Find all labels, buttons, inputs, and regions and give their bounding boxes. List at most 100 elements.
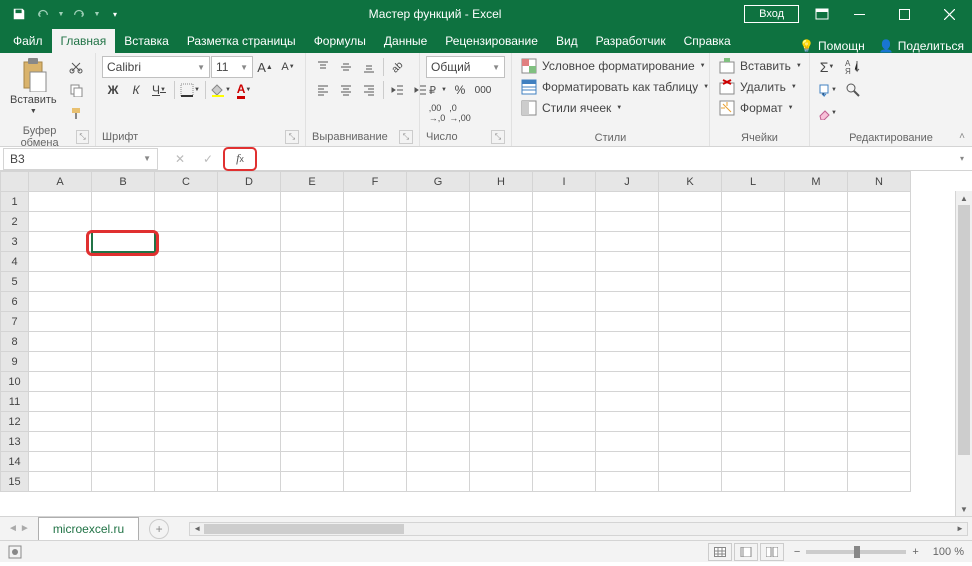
- delete-cells-button[interactable]: Удалить▼: [716, 77, 800, 97]
- cell[interactable]: [155, 472, 218, 492]
- cell[interactable]: [722, 212, 785, 232]
- tab-insert[interactable]: Вставка: [115, 29, 178, 53]
- cell[interactable]: [344, 392, 407, 412]
- cell[interactable]: [407, 232, 470, 252]
- column-header[interactable]: N: [848, 172, 911, 192]
- cell[interactable]: [218, 432, 281, 452]
- cell[interactable]: [407, 252, 470, 272]
- tab-page-layout[interactable]: Разметка страницы: [178, 29, 305, 53]
- cell[interactable]: [92, 192, 155, 212]
- cell[interactable]: [533, 332, 596, 352]
- cell[interactable]: [281, 332, 344, 352]
- cell[interactable]: [344, 252, 407, 272]
- tab-developer[interactable]: Разработчик: [587, 29, 675, 53]
- qat-customize-icon[interactable]: ▾: [104, 3, 126, 25]
- cell[interactable]: [533, 452, 596, 472]
- cell[interactable]: [155, 392, 218, 412]
- align-right-button[interactable]: [358, 79, 380, 101]
- copy-button[interactable]: [65, 79, 87, 101]
- font-size-combo[interactable]: 11▼: [211, 56, 253, 78]
- cell[interactable]: [281, 212, 344, 232]
- cell[interactable]: [470, 412, 533, 432]
- redo-icon[interactable]: [68, 3, 90, 25]
- cell[interactable]: [596, 332, 659, 352]
- zoom-slider[interactable]: [806, 550, 906, 554]
- cell[interactable]: [470, 232, 533, 252]
- comma-button[interactable]: 000: [472, 79, 494, 101]
- insert-cells-button[interactable]: Вставить▼: [716, 56, 805, 76]
- sheet-tab[interactable]: microexcel.ru: [38, 517, 139, 540]
- cell[interactable]: [722, 272, 785, 292]
- cell[interactable]: [848, 392, 911, 412]
- column-header[interactable]: F: [344, 172, 407, 192]
- cell[interactable]: [218, 472, 281, 492]
- clipboard-launcher[interactable]: ⤡: [76, 130, 89, 144]
- cell[interactable]: [659, 332, 722, 352]
- add-sheet-button[interactable]: +: [149, 519, 169, 539]
- row-header[interactable]: 7: [1, 312, 29, 332]
- column-header[interactable]: I: [533, 172, 596, 192]
- cell[interactable]: [407, 312, 470, 332]
- cell[interactable]: [785, 272, 848, 292]
- cell[interactable]: [344, 412, 407, 432]
- cell[interactable]: [533, 372, 596, 392]
- cell[interactable]: [659, 372, 722, 392]
- cell[interactable]: [722, 472, 785, 492]
- cell[interactable]: [533, 192, 596, 212]
- column-header[interactable]: M: [785, 172, 848, 192]
- cell[interactable]: [155, 332, 218, 352]
- cell[interactable]: [596, 292, 659, 312]
- cell[interactable]: [533, 432, 596, 452]
- cell[interactable]: [344, 272, 407, 292]
- column-header[interactable]: A: [29, 172, 92, 192]
- maximize-button[interactable]: [882, 0, 927, 28]
- font-color-button[interactable]: А▼: [233, 79, 255, 101]
- align-left-button[interactable]: [312, 79, 334, 101]
- cell[interactable]: [281, 412, 344, 432]
- cell[interactable]: [29, 432, 92, 452]
- paste-button[interactable]: Вставить ▼: [6, 56, 61, 117]
- scroll-down-button[interactable]: ▼: [956, 502, 972, 516]
- cell[interactable]: [533, 212, 596, 232]
- format-cells-button[interactable]: Формат▼: [716, 98, 797, 118]
- page-break-view-button[interactable]: [760, 543, 784, 561]
- cell[interactable]: [533, 352, 596, 372]
- cell[interactable]: [407, 292, 470, 312]
- font-launcher[interactable]: ⤡: [285, 130, 299, 144]
- scroll-up-button[interactable]: ▲: [956, 191, 972, 205]
- cell[interactable]: [155, 232, 218, 252]
- cell[interactable]: [470, 472, 533, 492]
- cell[interactable]: [848, 192, 911, 212]
- font-name-combo[interactable]: Calibri▼: [102, 56, 210, 78]
- row-header[interactable]: 15: [1, 472, 29, 492]
- fill-color-button[interactable]: ▼: [210, 79, 232, 101]
- redo-dropdown-icon[interactable]: ▼: [92, 3, 102, 25]
- column-header[interactable]: D: [218, 172, 281, 192]
- cell[interactable]: [848, 232, 911, 252]
- cell[interactable]: [344, 292, 407, 312]
- cell[interactable]: [407, 472, 470, 492]
- cell[interactable]: [218, 452, 281, 472]
- vscroll-thumb[interactable]: [958, 205, 970, 455]
- cell[interactable]: [596, 192, 659, 212]
- cell[interactable]: [848, 272, 911, 292]
- formula-input[interactable]: [263, 148, 952, 170]
- cell[interactable]: [29, 192, 92, 212]
- cell[interactable]: [533, 232, 596, 252]
- cell[interactable]: [281, 292, 344, 312]
- cell[interactable]: [470, 452, 533, 472]
- cell[interactable]: [407, 412, 470, 432]
- cell[interactable]: [722, 432, 785, 452]
- cell[interactable]: [848, 352, 911, 372]
- cell[interactable]: [470, 252, 533, 272]
- cell[interactable]: [722, 412, 785, 432]
- row-header[interactable]: 5: [1, 272, 29, 292]
- row-header[interactable]: 2: [1, 212, 29, 232]
- cell[interactable]: [533, 472, 596, 492]
- row-header[interactable]: 10: [1, 372, 29, 392]
- row-header[interactable]: 8: [1, 332, 29, 352]
- cell[interactable]: [29, 452, 92, 472]
- format-painter-button[interactable]: [65, 102, 87, 124]
- cell[interactable]: [155, 412, 218, 432]
- cell[interactable]: [281, 392, 344, 412]
